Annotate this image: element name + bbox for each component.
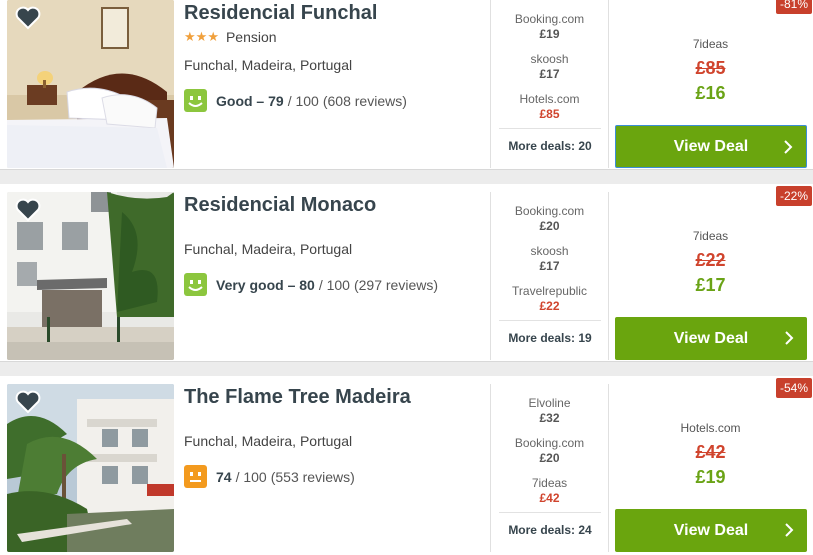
more-deals-link[interactable]: More deals: 20 [499, 128, 601, 169]
view-deal-label: View Deal [673, 137, 749, 155]
more-deals-link[interactable]: More deals: 24 [499, 512, 601, 553]
discount-badge: -81% [775, 0, 812, 14]
hotel-card: The Flame Tree Madeira Funchal, Madeira,… [0, 376, 813, 555]
deal-price: £20 [539, 219, 560, 233]
rating-label: Good – [216, 92, 265, 109]
deal-price: £22 [539, 299, 560, 313]
hotel-name[interactable]: Residencial Monaco [184, 192, 484, 218]
smiley-face-icon [184, 273, 207, 296]
deal-provider: skoosh [530, 244, 569, 258]
hotel-rating[interactable]: 74 / 100 (553 reviews) [184, 465, 355, 488]
deal-item[interactable]: 7ideas £42 [491, 476, 608, 506]
star-icon: ★ [207, 29, 219, 44]
rating-max: / 100 [318, 276, 350, 293]
rating-max: / 100 [287, 92, 319, 109]
best-price: £16 [695, 83, 726, 103]
star-icon: ★ [195, 29, 208, 44]
rating-label: Very good – [216, 276, 296, 293]
discount-badge: -22% [775, 186, 812, 206]
best-price: £17 [695, 275, 726, 295]
chevron-right-icon [785, 523, 794, 537]
more-deals-link[interactable]: More deals: 19 [499, 320, 601, 361]
deals-list: Booking.com £20 skoosh £17 Travelrepubli… [490, 192, 609, 360]
deal-provider: Travelrepublic [512, 284, 587, 298]
deal-item[interactable]: Booking.com £19 [491, 12, 608, 42]
heart-icon[interactable] [15, 198, 41, 222]
deal-item[interactable]: Elvoline £32 [491, 396, 608, 426]
deal-provider: Elvoline [528, 396, 571, 410]
hotel-location: Funchal, Madeira, Portugal [184, 57, 353, 73]
chevron-right-icon [784, 140, 793, 154]
deal-provider: skoosh [530, 52, 569, 66]
chevron-right-icon [785, 331, 794, 345]
smiley-face-icon [184, 89, 207, 112]
hotel-photo[interactable] [7, 0, 174, 168]
rating-score: 80 [299, 276, 315, 293]
old-price: £42 [695, 442, 726, 462]
deal-price: £20 [539, 451, 560, 465]
view-deal-button[interactable]: View Deal [615, 125, 807, 168]
hotel-location: Funchal, Madeira, Portugal [184, 241, 353, 257]
review-count: (297 reviews) [353, 276, 438, 293]
deal-item[interactable]: Booking.com £20 [491, 436, 608, 466]
best-offer: -54% Hotels.com £42 £19 View Deal [608, 378, 813, 552]
old-price: £85 [695, 58, 726, 78]
hotel-category: ★ ★ ★ Pension [184, 27, 484, 47]
hotel-rating[interactable]: Very good – 80 / 100 (297 reviews) [184, 273, 438, 296]
deal-price: £17 [539, 67, 560, 81]
review-count: (608 reviews) [322, 92, 407, 109]
best-provider: 7ideas [692, 37, 729, 51]
deal-item[interactable]: skoosh £17 [491, 52, 608, 82]
review-count: (553 reviews) [270, 468, 355, 485]
hotel-card: Residencial Funchal ★ ★ ★ Pension Funcha… [0, 0, 813, 170]
discount-badge: -54% [775, 378, 812, 398]
rating-max: / 100 [235, 468, 267, 485]
view-deal-button[interactable]: View Deal [615, 317, 807, 360]
heart-icon[interactable] [15, 390, 41, 414]
deal-price: £42 [539, 491, 560, 505]
deals-list: Elvoline £32 Booking.com £20 7ideas £42 … [490, 384, 609, 552]
deal-item[interactable]: Booking.com £20 [491, 204, 608, 234]
deal-provider: Booking.com [514, 204, 585, 218]
deal-price: £32 [539, 411, 560, 425]
hotel-photo[interactable] [7, 384, 174, 552]
hotel-card: Residencial Monaco Funchal, Madeira, Por… [0, 184, 813, 362]
best-price: £19 [695, 467, 726, 487]
deals-list: Booking.com £19 skoosh £17 Hotels.com £8… [490, 0, 609, 168]
deal-price: £19 [539, 27, 560, 41]
view-deal-label: View Deal [673, 329, 749, 347]
best-provider: Hotels.com [680, 421, 741, 435]
heart-icon[interactable] [15, 6, 41, 30]
hotel-location: Funchal, Madeira, Portugal [184, 433, 353, 449]
view-deal-label: View Deal [673, 521, 749, 539]
deal-provider: Hotels.com [519, 92, 580, 106]
neutral-face-icon [184, 465, 207, 488]
deal-price: £85 [539, 107, 560, 121]
hotel-info: Residencial Monaco Funchal, Madeira, Por… [184, 192, 484, 296]
view-deal-button[interactable]: View Deal [615, 509, 807, 552]
star-icon: ★ [184, 29, 196, 44]
rating-score: 74 [216, 468, 232, 485]
deal-item[interactable]: Travelrepublic £22 [491, 284, 608, 314]
deal-provider: Booking.com [514, 12, 585, 26]
best-provider: 7ideas [692, 229, 729, 243]
best-offer: -22% 7ideas £22 £17 View Deal [608, 186, 813, 360]
hotel-name[interactable]: Residencial Funchal [184, 0, 484, 26]
deal-price: £17 [539, 259, 560, 273]
old-price: £22 [695, 250, 726, 270]
rating-score: 79 [268, 92, 284, 109]
hotel-info: Residencial Funchal ★ ★ ★ Pension Funcha… [184, 0, 484, 112]
hotel-rating[interactable]: Good – 79 / 100 (608 reviews) [184, 89, 407, 112]
property-type: Pension [225, 29, 277, 45]
deal-item[interactable]: Hotels.com £85 [491, 92, 608, 122]
deal-provider: Booking.com [514, 436, 585, 450]
best-offer: -81% 7ideas £85 £16 View Deal [608, 0, 813, 168]
hotel-name[interactable]: The Flame Tree Madeira [184, 384, 484, 410]
deal-provider: 7ideas [531, 476, 568, 490]
deal-item[interactable]: skoosh £17 [491, 244, 608, 274]
hotel-photo[interactable] [7, 192, 174, 360]
hotel-info: The Flame Tree Madeira Funchal, Madeira,… [184, 384, 484, 488]
